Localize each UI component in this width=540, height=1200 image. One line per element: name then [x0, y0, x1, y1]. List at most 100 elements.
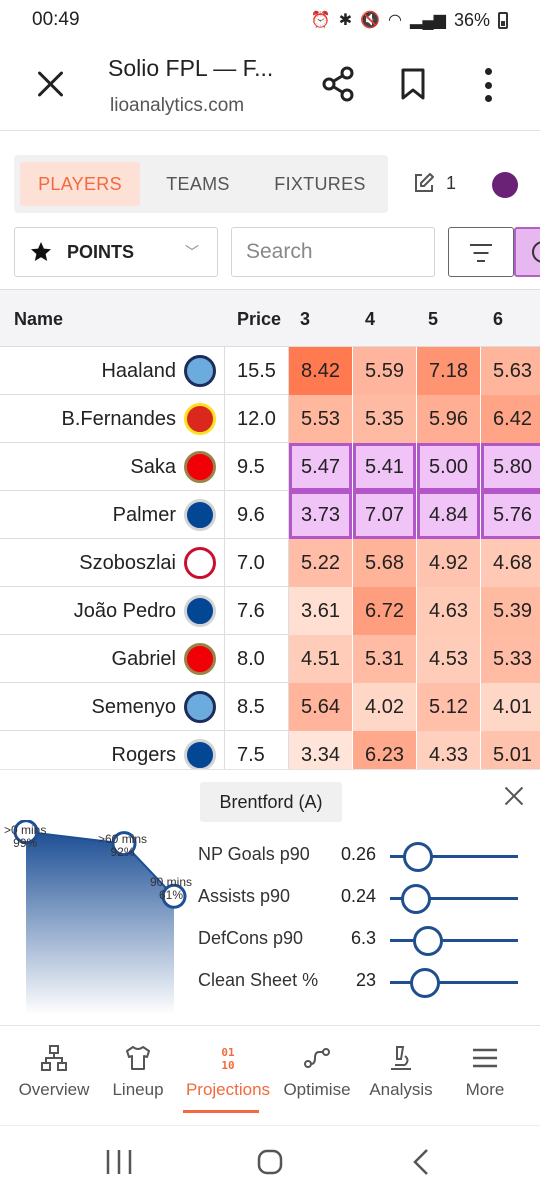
- stat-row: Assists p90 0.24: [198, 878, 528, 918]
- account-avatar[interactable]: [492, 172, 518, 198]
- status-icons: ⏰ ✱ 🔇 ◠ ▂▄▆ 36%: [311, 10, 508, 31]
- table-row[interactable]: Szoboszlai 7.0 5.22 5.68 4.92 4.68: [0, 539, 540, 587]
- projection-cell[interactable]: 4.63: [417, 587, 481, 635]
- nav-analysis[interactable]: Analysis: [356, 1044, 446, 1100]
- stat-name: DefCons p90: [198, 928, 304, 948]
- stat-name: Assists p90: [198, 886, 291, 906]
- stat-slider-knob[interactable]: [401, 884, 431, 914]
- price-cell: 15.5: [225, 347, 289, 395]
- projection-cell[interactable]: 5.76: [481, 491, 540, 539]
- table-row[interactable]: João Pedro 7.6 3.61 6.72 4.63 5.39: [0, 587, 540, 635]
- projection-cell[interactable]: 6.42: [481, 395, 540, 443]
- price-cell: 9.5: [225, 443, 289, 491]
- club-badge-icon: [184, 739, 216, 771]
- stat-row: NP Goals p90 0.26: [198, 836, 528, 876]
- close-tab-button[interactable]: [34, 67, 68, 101]
- edit-button[interactable]: 1: [412, 171, 456, 195]
- table-row[interactable]: Haaland 15.5 8.42 5.59 7.18 5.63: [0, 347, 540, 395]
- search-input[interactable]: [231, 227, 435, 277]
- projection-cell[interactable]: 7.18: [417, 347, 481, 395]
- projection-cell[interactable]: 3.73: [289, 491, 353, 539]
- stat-slider-knob[interactable]: [413, 926, 443, 956]
- minutes-label-60: >60 mins 92%: [98, 832, 148, 859]
- header-gw-5[interactable]: 5: [428, 290, 438, 348]
- header-gw-3[interactable]: 3: [300, 290, 310, 348]
- projection-cell[interactable]: 5.00: [417, 443, 481, 491]
- projection-cell[interactable]: 5.80: [481, 443, 540, 491]
- player-name-cell[interactable]: Haaland: [0, 347, 225, 395]
- home-icon[interactable]: [256, 1148, 284, 1176]
- projection-cell[interactable]: 7.07: [353, 491, 417, 539]
- projection-cell[interactable]: 4.01: [481, 683, 540, 731]
- metric-select-label: POINTS: [67, 241, 135, 262]
- more-options-icon[interactable]: [478, 68, 498, 102]
- player-name-cell[interactable]: João Pedro: [0, 587, 225, 635]
- projection-cell[interactable]: 5.47: [289, 443, 353, 491]
- projection-cell[interactable]: 5.53: [289, 395, 353, 443]
- projection-cell[interactable]: 3.61: [289, 587, 353, 635]
- header-gw-6[interactable]: 6: [493, 290, 503, 348]
- stat-slider-knob[interactable]: [410, 968, 440, 998]
- stat-slider-track[interactable]: [390, 939, 518, 942]
- bookmark-icon[interactable]: [400, 68, 426, 100]
- tab-players[interactable]: PLAYERS: [20, 162, 140, 206]
- page-url[interactable]: lioanalytics.com: [110, 95, 244, 117]
- projection-cell[interactable]: 5.68: [353, 539, 417, 587]
- table-row[interactable]: Saka 9.5 5.47 5.41 5.00 5.80: [0, 443, 540, 491]
- nav-more[interactable]: More: [440, 1044, 530, 1100]
- player-name-cell[interactable]: B.Fernandes: [0, 395, 225, 443]
- header-name[interactable]: Name: [14, 290, 63, 348]
- player-name-cell[interactable]: Semenyo: [0, 683, 225, 731]
- stat-slider-knob[interactable]: [403, 842, 433, 872]
- battery-percent: 36%: [453, 9, 490, 30]
- projection-cell[interactable]: 5.33: [481, 635, 540, 683]
- projection-cell[interactable]: 4.02: [353, 683, 417, 731]
- projection-cell[interactable]: 5.96: [417, 395, 481, 443]
- player-detail-panel: Brentford (A) >0 mins 99% >60 mins 92% 90 …: [0, 769, 540, 1025]
- projection-cell[interactable]: 5.41: [353, 443, 417, 491]
- projection-cell[interactable]: 4.84: [417, 491, 481, 539]
- header-gw-4[interactable]: 4: [365, 290, 375, 348]
- projection-cell[interactable]: 5.63: [481, 347, 540, 395]
- projection-cell[interactable]: 8.42: [289, 347, 353, 395]
- projection-cell[interactable]: 5.59: [353, 347, 417, 395]
- projection-cell[interactable]: 6.72: [353, 587, 417, 635]
- projection-cell[interactable]: 4.92: [417, 539, 481, 587]
- tab-teams[interactable]: TEAMS: [150, 162, 246, 206]
- settings-toggle-button[interactable]: [514, 227, 540, 277]
- projection-cell[interactable]: 4.53: [417, 635, 481, 683]
- tab-fixtures[interactable]: FIXTURES: [262, 162, 378, 206]
- nav-projections[interactable]: 01 10 Projections: [183, 1044, 273, 1100]
- nav-overview[interactable]: Overview: [9, 1044, 99, 1100]
- table-row[interactable]: Palmer 9.6 3.73 7.07 4.84 5.76: [0, 491, 540, 539]
- nav-optimise[interactable]: Optimise: [272, 1044, 362, 1100]
- status-time: 00:49: [32, 9, 80, 30]
- player-name-cell[interactable]: Palmer: [0, 491, 225, 539]
- close-panel-icon[interactable]: [502, 784, 526, 808]
- projection-cell[interactable]: 4.68: [481, 539, 540, 587]
- opponent-chip[interactable]: Brentford (A): [200, 782, 342, 822]
- metric-select[interactable]: POINTS ﹀: [14, 227, 218, 277]
- page-title: Solio FPL — F...: [108, 55, 274, 81]
- nav-lineup[interactable]: Lineup: [93, 1044, 183, 1100]
- projection-cell[interactable]: 5.31: [353, 635, 417, 683]
- recent-apps-icon[interactable]: [104, 1148, 134, 1176]
- projection-cell[interactable]: 5.39: [481, 587, 540, 635]
- info-icon: [532, 241, 540, 263]
- table-row[interactable]: B.Fernandes 12.0 5.53 5.35 5.96 6.42: [0, 395, 540, 443]
- player-name-cell[interactable]: Saka: [0, 443, 225, 491]
- price-cell: 7.6: [225, 587, 289, 635]
- projection-cell[interactable]: 5.64: [289, 683, 353, 731]
- projection-cell[interactable]: 5.22: [289, 539, 353, 587]
- back-icon[interactable]: [410, 1148, 432, 1176]
- player-name-cell[interactable]: Szoboszlai: [0, 539, 225, 587]
- header-price[interactable]: Price: [237, 290, 281, 348]
- filter-button[interactable]: [448, 227, 514, 277]
- player-name-cell[interactable]: Gabriel: [0, 635, 225, 683]
- projection-cell[interactable]: 4.51: [289, 635, 353, 683]
- table-row[interactable]: Semenyo 8.5 5.64 4.02 5.12 4.01: [0, 683, 540, 731]
- projection-cell[interactable]: 5.12: [417, 683, 481, 731]
- projection-cell[interactable]: 5.35: [353, 395, 417, 443]
- table-row[interactable]: Gabriel 8.0 4.51 5.31 4.53 5.33: [0, 635, 540, 683]
- share-icon[interactable]: [318, 64, 358, 104]
